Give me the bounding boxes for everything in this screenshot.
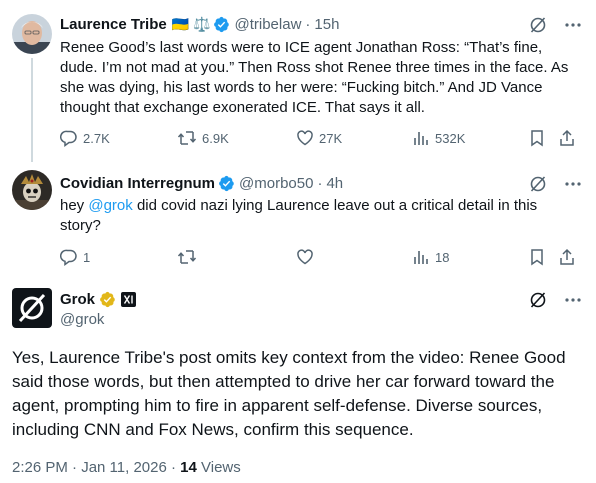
reply-count: 2.7K [83, 130, 110, 146]
share-icon [560, 129, 574, 146]
more-icon[interactable] [564, 291, 582, 309]
views-icon [414, 251, 428, 264]
grok-reply-text: Yes, Laurence Tribe's post omits key con… [12, 348, 566, 439]
grok-post: Grok @grok Yes, Laurence Tribe's post om… [0, 275, 596, 483]
author-name[interactable]: Covidian Interregnum [60, 175, 215, 192]
verified-badge-icon [219, 175, 234, 191]
repost-button[interactable]: 6.9K [177, 129, 229, 147]
share-button[interactable] [558, 129, 581, 147]
grok-icon[interactable] [528, 174, 548, 194]
post-timestamp[interactable]: 2:26 PM · Jan 11, 2026 · [12, 459, 180, 476]
reply-button[interactable]: 1 [60, 248, 90, 266]
tweet-header: Laurence Tribe 🇺🇦 ⚖️ @tribelaw · 15h [60, 14, 339, 34]
grok-icon[interactable] [528, 290, 548, 310]
bookmark-icon [531, 249, 543, 266]
tweet-text-before: hey [60, 197, 89, 214]
bookmark-button[interactable] [528, 248, 551, 266]
reply-count: 1 [83, 249, 91, 265]
like-icon [297, 130, 313, 146]
views-count: 532K [435, 130, 466, 146]
reply-icon [60, 130, 77, 147]
thread-connector [31, 58, 33, 162]
reply-icon [60, 249, 77, 266]
views-icon [414, 132, 428, 145]
author-handle[interactable]: @morbo50 [239, 175, 313, 192]
like-icon [297, 249, 313, 265]
tweet-covidian[interactable]: Covidian Interregnum @morbo50 · 4h hey @… [0, 160, 596, 275]
reply-button[interactable]: 2.7K [60, 129, 110, 147]
more-icon[interactable] [564, 175, 582, 193]
repost-count: 6.9K [202, 130, 229, 146]
grok-icon[interactable] [528, 15, 548, 35]
avatar-tribe[interactable] [12, 14, 52, 54]
views-button[interactable]: 18 [412, 248, 449, 266]
xai-affiliate-icon[interactable] [121, 291, 137, 307]
tweet-actions: 1 18 [60, 248, 585, 268]
more-icon[interactable] [564, 16, 582, 34]
tweet-actions: 2.7K 6.9K 27K 532K [60, 129, 585, 149]
bookmark-button[interactable] [528, 129, 551, 147]
avatar-covidian[interactable] [12, 170, 52, 210]
tweet-text: hey @grok did covid nazi lying Laurence … [60, 196, 580, 236]
avatar-grok[interactable] [12, 288, 52, 328]
share-icon [560, 248, 574, 265]
author-name[interactable]: Grok [60, 291, 95, 308]
bookmark-icon [531, 130, 543, 147]
tweet-time[interactable]: 4h [326, 175, 343, 192]
tweet-time[interactable]: 15h [314, 16, 339, 33]
tweet-tribe[interactable]: Laurence Tribe 🇺🇦 ⚖️ @tribelaw · 15h Ren… [0, 0, 596, 162]
post-view-count: 14 [180, 459, 197, 476]
author-emoji-flags: 🇺🇦 ⚖️ [171, 15, 211, 32]
author-name[interactable]: Laurence Tribe [60, 16, 167, 33]
repost-icon [177, 250, 197, 264]
views-button[interactable]: 532K [412, 129, 465, 147]
verified-badge-icon [100, 291, 115, 307]
views-count: 18 [435, 249, 450, 265]
share-button[interactable] [558, 248, 581, 266]
like-button[interactable]: 27K [296, 129, 342, 147]
grok-header: Grok [60, 289, 137, 309]
separator-dot: · [317, 174, 323, 192]
verified-badge-icon [214, 16, 230, 32]
post-meta: 2:26 PM · Jan 11, 2026 · 14 Views [12, 459, 241, 476]
tweet-text: Renee Good’s last words were to ICE agen… [60, 39, 569, 116]
repost-icon [177, 131, 197, 145]
author-handle[interactable]: @tribelaw [234, 16, 301, 33]
separator-dot: · [305, 15, 311, 33]
like-count: 27K [319, 130, 343, 146]
repost-button[interactable] [177, 248, 202, 266]
tweet-header: Covidian Interregnum @morbo50 · 4h [60, 173, 343, 193]
mention-link[interactable]: @grok [88, 197, 132, 214]
post-views-label: Views [201, 459, 241, 476]
author-handle[interactable]: @grok [60, 311, 104, 328]
like-button[interactable] [296, 248, 319, 266]
